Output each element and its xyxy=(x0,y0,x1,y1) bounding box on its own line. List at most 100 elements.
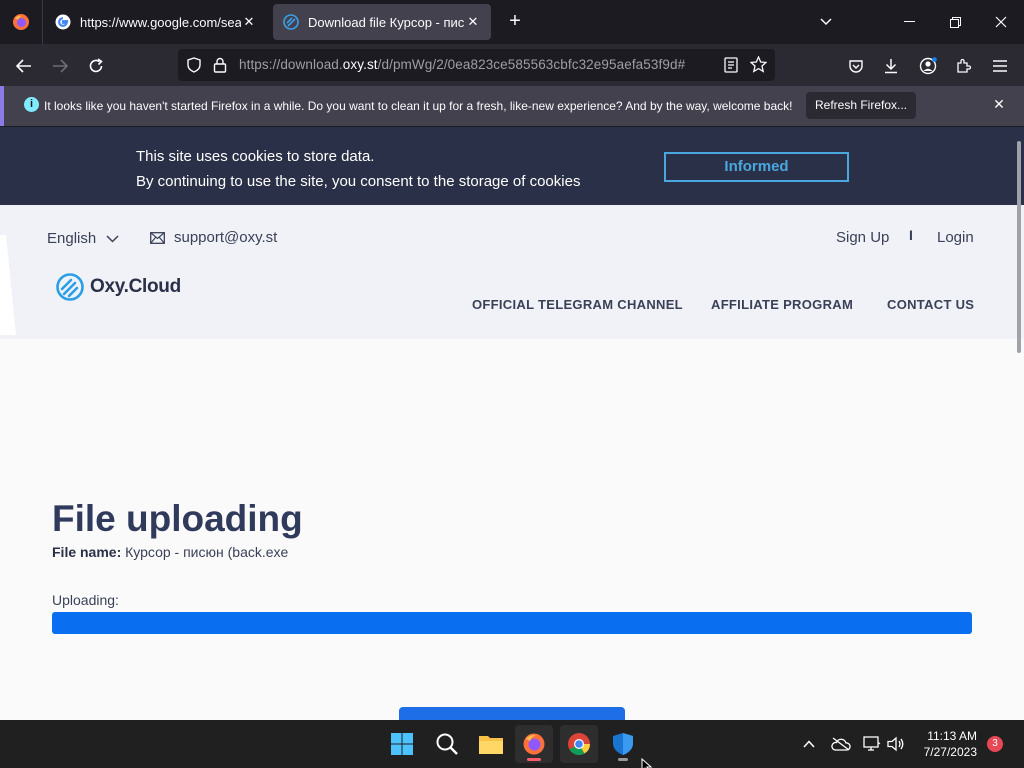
address-bar[interactable]: https://download.oxy.st/d/pmWg/2/0ea823c… xyxy=(178,49,775,81)
close-tab-icon[interactable]: ✕ xyxy=(465,14,481,30)
app-menu-button[interactable] xyxy=(986,52,1014,80)
close-window-button[interactable] xyxy=(987,8,1015,36)
account-icon xyxy=(919,57,937,75)
downloads-button[interactable] xyxy=(877,52,905,80)
refresh-firefox-button[interactable]: Refresh Firefox... xyxy=(806,92,916,119)
windows-taskbar: 11:13 AM 7/27/2023 3 xyxy=(0,720,1024,768)
speaker-icon xyxy=(887,736,904,752)
nav-contact-us[interactable]: CONTACT US xyxy=(887,297,974,312)
url-text: https://download.oxy.st/d/pmWg/2/0ea823c… xyxy=(239,57,685,72)
lock-icon[interactable] xyxy=(213,57,227,73)
tab-label: https://www.google.com/search xyxy=(80,14,241,30)
cookie-line-1: This site uses cookies to store data. xyxy=(136,148,375,165)
logo-text: Oxy.Cloud xyxy=(90,276,181,297)
sign-up-link[interactable]: Sign Up xyxy=(836,229,889,246)
forward-button[interactable] xyxy=(46,52,74,80)
clock-date: 7/27/2023 xyxy=(923,745,977,759)
active-app-indicator xyxy=(527,758,541,761)
taskbar-clock[interactable]: 11:13 AM 7/27/2023 xyxy=(915,728,977,760)
firefox-view-button[interactable] xyxy=(0,0,42,44)
running-app-indicator xyxy=(618,758,628,761)
restore-button[interactable] xyxy=(941,8,969,36)
firefox-notification-bar: i It looks like you haven't started Fire… xyxy=(0,86,1024,126)
web-page: This site uses cookies to store data. By… xyxy=(0,127,1024,720)
cookie-accept-button[interactable]: Informed xyxy=(664,152,849,182)
language-selector[interactable]: English xyxy=(47,230,119,247)
account-button[interactable] xyxy=(914,52,942,80)
file-name-label: File name: xyxy=(52,544,122,560)
nav-telegram-channel[interactable]: OFFICIAL TELEGRAM CHANNEL xyxy=(472,297,683,312)
notification-count-badge[interactable]: 3 xyxy=(987,736,1003,752)
oxy-cloud-logo-icon xyxy=(56,273,84,301)
chevron-down-icon xyxy=(106,235,119,243)
file-explorer-button[interactable] xyxy=(472,725,510,763)
uploading-label: Uploading: xyxy=(52,592,119,608)
minimize-button[interactable] xyxy=(895,8,923,36)
bookmark-star-icon[interactable] xyxy=(750,56,767,73)
upload-progress-bar xyxy=(52,612,972,634)
reload-icon xyxy=(89,58,103,73)
google-icon xyxy=(55,14,71,30)
reload-button[interactable] xyxy=(82,52,110,80)
file-name-value: Курсор - писюн (back.exe xyxy=(125,544,289,560)
oxy-cloud-favicon-icon xyxy=(283,14,299,30)
windows-security-shield-icon xyxy=(613,733,633,755)
tab-label: Download file Курсор - писюн xyxy=(308,14,465,30)
auth-divider: I xyxy=(909,227,913,243)
tab-google-search[interactable]: https://www.google.com/search ✕ xyxy=(45,4,267,40)
notification-text: It looks like you haven't started Firefo… xyxy=(44,99,793,113)
url-prefix: https://download. xyxy=(239,57,343,72)
taskbar-firefox-button[interactable] xyxy=(515,725,553,763)
taskbar-defender-button[interactable] xyxy=(604,725,642,763)
reader-view-icon[interactable] xyxy=(724,57,738,73)
language-label: English xyxy=(47,230,97,247)
chevron-up-icon xyxy=(803,740,815,748)
cookie-banner: This site uses cookies to store data. By… xyxy=(0,127,1024,205)
chrome-icon xyxy=(568,733,590,755)
new-tab-button[interactable]: + xyxy=(503,10,527,34)
download-button[interactable] xyxy=(399,707,625,720)
cookie-line-2: By continuing to use the site, you conse… xyxy=(136,173,581,190)
firefox-icon xyxy=(13,14,29,30)
firefox-icon xyxy=(523,733,545,755)
page-scrollbar[interactable] xyxy=(1017,141,1021,353)
url-domain: oxy.st xyxy=(342,57,378,72)
hamburger-menu-icon xyxy=(993,60,1007,72)
list-all-tabs-chevron-icon[interactable] xyxy=(812,8,840,36)
cookie-text: This site uses cookies to store data. By… xyxy=(136,144,580,194)
pocket-icon xyxy=(849,59,863,73)
site-header: English support@oxy.st Sign Up I Login O… xyxy=(0,205,1024,339)
tab-download-file[interactable]: Download file Курсор - писюн ✕ xyxy=(273,4,491,40)
windows-logo-icon xyxy=(391,733,413,755)
onedrive-cloud-off-icon xyxy=(831,737,851,751)
upload-progress-fill xyxy=(52,612,972,634)
mouse-cursor-icon xyxy=(641,758,653,768)
clock-time: 11:13 AM xyxy=(927,729,977,743)
back-arrow-icon xyxy=(16,59,31,73)
taskbar-chrome-button[interactable] xyxy=(560,725,598,763)
extensions-button[interactable] xyxy=(950,52,978,80)
page-title: File uploading xyxy=(52,498,303,539)
navigation-toolbar: https://download.oxy.st/d/pmWg/2/0ea823c… xyxy=(0,44,1024,86)
folder-icon xyxy=(479,736,503,754)
pocket-button[interactable] xyxy=(842,52,870,80)
support-email-link[interactable]: support@oxy.st xyxy=(150,229,277,246)
forward-arrow-icon xyxy=(53,59,68,73)
shield-icon[interactable] xyxy=(186,57,202,73)
close-notification-icon[interactable]: ✕ xyxy=(990,96,1008,114)
nav-affiliate-program[interactable]: AFFILIATE PROGRAM xyxy=(711,297,853,312)
download-icon xyxy=(885,59,897,74)
info-icon: i xyxy=(24,97,39,112)
file-name-row: File name: Курсор - писюн (back.exe xyxy=(52,544,288,560)
search-icon xyxy=(436,733,458,755)
site-logo[interactable]: Oxy.Cloud xyxy=(56,273,181,301)
taskbar-search-button[interactable] xyxy=(428,725,466,763)
close-tab-icon[interactable]: ✕ xyxy=(241,14,257,30)
decorative-stripe xyxy=(0,235,16,335)
login-link[interactable]: Login xyxy=(937,229,974,246)
tab-separator xyxy=(42,0,43,44)
url-path: /d/pmWg/2/0ea823ce585563cbfc32e95aefa53f… xyxy=(377,57,686,72)
back-button[interactable] xyxy=(10,52,38,80)
volume-tray-button[interactable] xyxy=(877,725,915,763)
start-button[interactable] xyxy=(383,725,421,763)
